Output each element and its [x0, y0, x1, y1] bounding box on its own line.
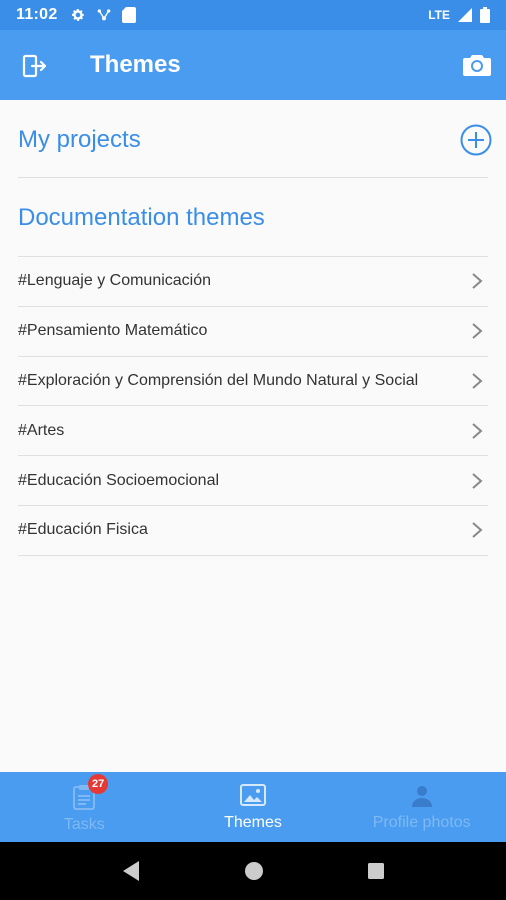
theme-label: #Exploración y Comprensión del Mundo Nat… — [18, 371, 419, 389]
page-title: Themes — [90, 51, 181, 78]
theme-label: #Artes — [18, 421, 65, 439]
settings-icon — [71, 9, 84, 21]
home-icon[interactable] — [244, 861, 264, 881]
recents-icon[interactable] — [367, 862, 385, 880]
tab-profile-photos-label: Profile photos — [372, 814, 471, 831]
app-bar: Themes — [0, 30, 506, 100]
chevron-right-icon — [472, 273, 483, 290]
theme-item[interactable]: #Educación Fisica — [18, 506, 488, 556]
hub-icon — [97, 9, 110, 21]
system-nav-bar — [0, 842, 506, 900]
theme-item[interactable]: #Artes — [18, 406, 488, 457]
status-icons — [70, 7, 136, 23]
theme-item[interactable]: #Exploración y Comprensión del Mundo Nat… — [18, 357, 488, 407]
theme-item[interactable]: #Lenguaje y Comunicación — [18, 257, 488, 307]
tab-profile-photos[interactable]: Profile photos — [337, 772, 506, 842]
battery-icon — [480, 7, 490, 23]
theme-label: #Pensamiento Matemático — [18, 322, 208, 340]
network-type: LTE — [428, 8, 450, 22]
main-content: My projects Documentation themes #Lengua… — [0, 100, 506, 772]
my-projects-title: My projects — [18, 126, 141, 153]
camera-icon[interactable] — [462, 52, 492, 78]
documentation-themes-section: Documentation themes — [18, 204, 488, 232]
tasks-badge: 27 — [88, 774, 109, 794]
plus-circle-icon[interactable] — [460, 124, 492, 156]
sim-card-icon — [121, 7, 136, 23]
image-icon — [240, 784, 266, 806]
my-projects-section: My projects — [18, 124, 492, 178]
documentation-themes-title: Documentation themes — [18, 204, 265, 231]
signal-icon — [458, 8, 472, 22]
bottom-nav: 27 Tasks Themes Profile photos — [0, 772, 506, 842]
theme-label: #Lenguaje y Comunicación — [18, 272, 212, 290]
back-icon[interactable] — [121, 860, 141, 882]
status-bar: 11:02 LTE — [0, 0, 506, 30]
theme-item[interactable]: #Pensamiento Matemático — [18, 307, 488, 357]
exit-icon[interactable] — [22, 53, 48, 79]
chevron-right-icon — [472, 373, 483, 389]
chevron-right-icon — [472, 323, 483, 339]
themes-list: #Lenguaje y Comunicación #Pensamiento Ma… — [18, 256, 488, 556]
status-time: 11:02 — [16, 6, 58, 23]
theme-item[interactable]: #Educación Socioemocional — [18, 456, 488, 506]
tab-themes-label: Themes — [224, 814, 282, 831]
status-right: LTE — [428, 7, 490, 23]
person-icon — [411, 786, 432, 807]
tab-themes[interactable]: Themes — [169, 772, 338, 842]
theme-label: #Educación Fisica — [18, 521, 148, 539]
chevron-right-icon — [472, 423, 483, 439]
chevron-right-icon — [472, 472, 483, 489]
tab-tasks[interactable]: 27 Tasks — [0, 772, 169, 842]
theme-label: #Educación Socioemocional — [18, 471, 220, 489]
tab-tasks-label: Tasks — [63, 816, 105, 833]
chevron-right-icon — [472, 522, 483, 539]
